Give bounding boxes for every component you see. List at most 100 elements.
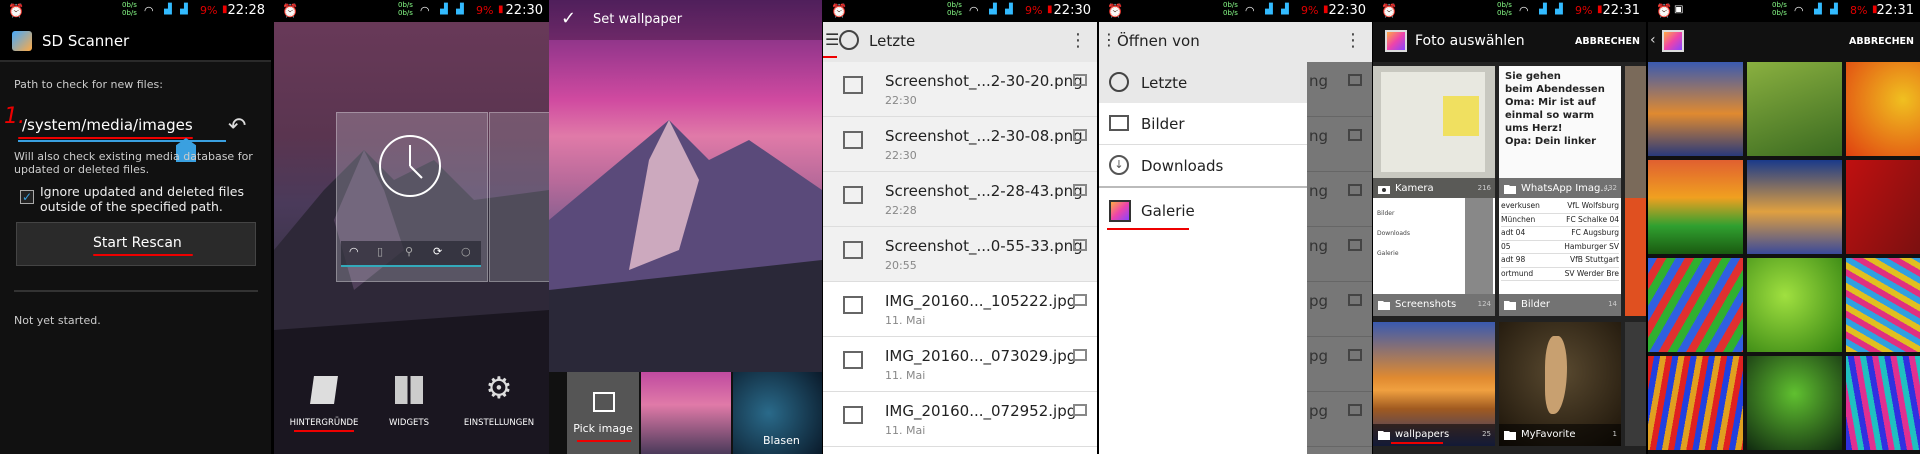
file-name: Screenshot_...2-30-20.png	[885, 72, 1083, 90]
album-camera[interactable]: Kamera 216	[1373, 66, 1495, 200]
bluetooth-toggle-icon[interactable]: ▯	[377, 245, 383, 258]
table-line: everkusen VfL Wolfsburg	[1501, 200, 1619, 214]
wallpaper-thumb[interactable]	[641, 372, 731, 454]
background-file-row: ng	[1307, 172, 1372, 227]
panel-select-photo: ⏰ 0b/s 0b/s ◠ ▟ ▟ 9% ▮ 22:31 Foto auswähl…	[1373, 0, 1646, 454]
album-screenshots[interactable]: Bilder Downloads Galerie Screenshots 124	[1373, 198, 1495, 316]
wallpaper-thumbnail[interactable]	[1846, 62, 1920, 156]
battery-percent: 8%	[1850, 4, 1868, 17]
ignore-checkbox-label: Ignore updated and deleted files outside…	[40, 184, 244, 214]
sticky-note	[1443, 96, 1479, 136]
file-row[interactable]: Screenshot_...2-28-43.png 22:28	[823, 172, 1097, 227]
alarm-icon: ⏰	[1381, 4, 1398, 19]
file-row[interactable]: IMG_20160..._072952.jpg 11. Mai	[823, 392, 1097, 447]
file-row[interactable]: Screenshot_...0-55-33.png 20:55	[823, 227, 1097, 282]
wallpaper-thumbnail[interactable]	[1648, 356, 1743, 450]
gps-toggle-icon[interactable]: ⚲	[405, 245, 413, 258]
path-input[interactable]: /system/media/images	[18, 112, 226, 142]
preview-icon[interactable]	[1073, 404, 1087, 416]
image-icon	[1348, 294, 1362, 306]
overflow-icon[interactable]: ⋮	[1344, 30, 1362, 51]
album-whatsapp[interactable]: Sie gehen beim Abendessen Oma: Mir ist auf…	[1499, 66, 1621, 200]
bubbles-thumb[interactable]: Blasen	[733, 372, 822, 454]
file-row[interactable]: IMG_20160..._105222.jpg 11. Mai	[823, 282, 1097, 337]
reset-path-icon[interactable]: ↶	[228, 114, 246, 139]
wifi-icon: ◠	[969, 4, 979, 17]
wallpaper-strip: Pick image Blasen	[549, 372, 822, 454]
drawer-item-images[interactable]: Bilder	[1099, 103, 1307, 145]
preview-icon[interactable]	[1073, 294, 1087, 306]
chat-line: ums Herz!	[1505, 123, 1563, 134]
wallpaper-thumbnail[interactable]	[1747, 160, 1842, 254]
download-icon: ↓	[1109, 155, 1129, 175]
drawer-item-gallery[interactable]: Galerie	[1099, 190, 1307, 231]
album-partial[interactable]	[1625, 198, 1646, 316]
wallpaper-thumbnail[interactable]	[1648, 258, 1743, 352]
preview-icon[interactable]	[1073, 74, 1087, 86]
wallpaper-thumbnail[interactable]	[1846, 258, 1920, 352]
cancel-button[interactable]: ABBRECHEN	[1849, 36, 1914, 47]
signal-icon: ▟	[1539, 4, 1547, 15]
wifi-toggle-icon[interactable]: ◠	[349, 245, 359, 258]
wallpaper-thumbnail[interactable]	[1648, 62, 1743, 156]
preview-icon[interactable]	[1073, 349, 1087, 361]
back-icon[interactable]: ‹	[1650, 32, 1656, 48]
checkmark-icon[interactable]: ✓	[561, 8, 576, 29]
sync-toggle-icon[interactable]: ⟳	[433, 245, 442, 258]
preview-icon[interactable]	[1073, 239, 1087, 251]
file-row[interactable]: Screenshot_...2-30-08.png 22:30	[823, 117, 1097, 172]
wallpapers-icon	[310, 376, 338, 404]
drawer-handle-icon[interactable]: ⋮	[1101, 30, 1117, 49]
wifi-icon: ◠	[420, 4, 430, 17]
overflow-icon[interactable]: ⋮	[1069, 30, 1087, 51]
settings-option[interactable]: ⚙ EINSTELLUNGEN	[454, 370, 544, 440]
screen-preview-right[interactable]	[489, 112, 549, 282]
start-rescan-button[interactable]: Start Rescan	[16, 222, 256, 266]
wallpaper-thumbnail[interactable]	[1747, 62, 1842, 156]
wallpaper-thumbnail[interactable]	[1846, 356, 1920, 450]
battery-icon: ▮	[498, 4, 504, 15]
album-partial[interactable]	[1625, 66, 1646, 200]
status-bar: ⏰ 0b/s 0b/s ◠ ▟ ▟ 9% ▮ 22:28	[0, 0, 271, 22]
wallpaper-thumbnail[interactable]	[1747, 356, 1842, 450]
wallpaper-thumbnail[interactable]	[1648, 160, 1743, 254]
wallpapers-label: HINTERGRÜNDE	[289, 418, 359, 428]
wallpaper-thumbnail[interactable]	[1846, 160, 1920, 254]
background-file-row: pg	[1307, 282, 1372, 337]
image-icon	[1348, 74, 1362, 86]
menu-icon[interactable]: ☰	[825, 30, 839, 49]
drawer-item-downloads[interactable]: ↓ Downloads	[1099, 145, 1307, 188]
cancel-button[interactable]: ABBRECHEN	[1575, 36, 1640, 47]
album-images[interactable]: everkusen VfL Wolfsburg München FC Schalke …	[1499, 198, 1621, 316]
album-wallpapers[interactable]: wallpapers 25	[1373, 322, 1495, 446]
panel-open-from: ⏰ 0b/s 0b/s ◠ ▟ ▟ 9% ▮ 22:30 ng ng ng ng pg pg…	[1099, 0, 1372, 454]
path-label: Path to check for new files:	[14, 78, 163, 91]
wallpapers-option[interactable]: HINTERGRÜNDE	[284, 370, 364, 440]
image-icon	[1348, 129, 1362, 141]
power-control-widget[interactable]: ◠ ▯ ⚲ ⟳ ○	[341, 241, 481, 267]
set-wallpaper-title[interactable]: Set wallpaper	[593, 12, 682, 27]
pick-image-tile[interactable]: Pick image	[567, 372, 639, 454]
wallpapers-underline-annotation	[1391, 442, 1443, 444]
file-row[interactable]: IMG_20160..._073029.jpg 11. Mai	[823, 337, 1097, 392]
background-file-row: ng	[1307, 62, 1372, 117]
image-icon	[1348, 349, 1362, 361]
wallpaper-thumbnail[interactable]	[1747, 258, 1842, 352]
preview-icon[interactable]	[1073, 129, 1087, 141]
ignore-checkbox[interactable]: ✓	[20, 190, 34, 204]
screenshot-menu-line: Bilder	[1377, 210, 1395, 217]
brightness-toggle-icon[interactable]: ○	[461, 245, 471, 258]
wifi-icon: ◠	[1519, 4, 1529, 17]
signal-icon: ▟	[1281, 4, 1289, 15]
file-date: 11. Mai	[885, 369, 926, 382]
album-partial[interactable]	[1625, 322, 1646, 446]
album-my-favorite[interactable]: MyFavorite 1	[1499, 322, 1621, 446]
preview-icon[interactable]	[1073, 184, 1087, 196]
file-name: Screenshot_...2-30-08.png	[885, 127, 1083, 145]
gallery-icon	[1662, 30, 1684, 52]
file-row[interactable]: Screenshot_...2-30-20.png 22:30	[823, 62, 1097, 117]
screen-preview[interactable]: ◠ ▯ ⚲ ⟳ ○	[336, 112, 488, 282]
widgets-option[interactable]: WIDGETS	[374, 370, 444, 440]
clock: 22:28	[227, 3, 265, 18]
drawer-item-recent[interactable]: Letzte	[1099, 62, 1307, 103]
